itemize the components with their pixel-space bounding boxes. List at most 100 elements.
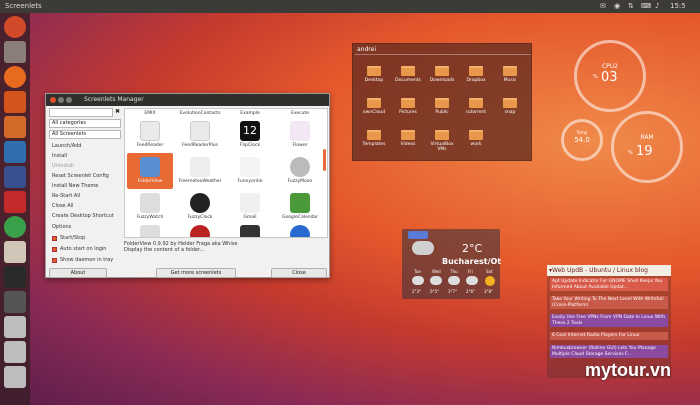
screenlet-flower[interactable]: Flower (275, 121, 325, 148)
network-icon[interactable]: ⇅ (628, 2, 634, 10)
weather-logo (408, 231, 428, 239)
virtualbox-icon[interactable] (4, 141, 26, 163)
feed-icon (140, 121, 160, 141)
folder-dropbox[interactable]: Dropbox (463, 66, 489, 83)
trash-icon[interactable] (4, 366, 26, 388)
folder-owncloud[interactable]: ownCloud (361, 98, 387, 115)
rss-item[interactable]: 6 Cool Internet Radio Players For Linux (550, 332, 668, 340)
drive2-icon[interactable] (4, 341, 26, 363)
screenlet-icon (190, 225, 210, 237)
temp-value: 54.0 (574, 136, 590, 144)
screenlets-icon[interactable] (4, 241, 26, 263)
folder-public[interactable]: Public (429, 98, 455, 115)
maximize-window-button[interactable] (66, 97, 72, 103)
app-green-icon[interactable] (4, 216, 26, 238)
folder-templates[interactable]: Templates (361, 130, 387, 147)
screenlet-funnyordie[interactable]: Funnyordie (225, 157, 275, 184)
options-label: Options (52, 224, 72, 230)
screenlets-select[interactable]: All Screenlets (49, 130, 121, 139)
minimize-window-button[interactable] (58, 97, 64, 103)
start-stop-checkbox[interactable] (52, 236, 57, 241)
firefox-icon[interactable] (4, 66, 26, 88)
launch-add-action[interactable]: Launch/Add (52, 143, 81, 149)
screenlet-feedreader[interactable]: FeedReader (125, 121, 175, 148)
screenlet-fuzzyclock[interactable]: FuzzyClock (175, 193, 225, 220)
screenlet-row4-3[interactable] (225, 225, 275, 237)
divider (355, 54, 531, 55)
workspace-icon[interactable] (4, 291, 26, 313)
folder-virtualbox[interactable]: VirtualBox VMs (429, 130, 455, 152)
folder-videos[interactable]: Videos (395, 130, 421, 147)
folder-pictures[interactable]: Pictures (395, 98, 421, 115)
categories-select[interactable]: All categories (49, 119, 121, 128)
close-button[interactable]: Close (271, 268, 327, 278)
tray-checkbox[interactable] (52, 258, 57, 263)
folder-snap[interactable]: snap (497, 98, 523, 115)
window-title: Screenlets Manager (84, 96, 144, 103)
software-icon[interactable] (4, 91, 26, 113)
screenlet-row4-2[interactable] (175, 225, 225, 237)
gmail-icon (240, 193, 260, 213)
ram-gauge: RAM % 19 (611, 111, 683, 183)
autostart-checkbox[interactable] (52, 247, 57, 252)
folder-icon (401, 66, 415, 76)
app-star-icon[interactable] (4, 191, 26, 213)
screenlet-row4-1[interactable] (125, 225, 175, 237)
dash-icon[interactable] (4, 16, 26, 38)
folder-music[interactable]: Music (497, 66, 523, 83)
funnyordie-icon (240, 157, 260, 177)
tray-app-icon[interactable]: ◉ (614, 2, 620, 10)
folder-downloads[interactable]: Downloads (429, 66, 455, 83)
description: FolderView 0.9.92 by Helder Fraga aka Wh… (124, 241, 324, 253)
reset-config-action[interactable]: Reset Screenlet Config (52, 173, 109, 179)
cpu-unit: % (593, 74, 598, 80)
screenlet-feedreaderplus[interactable]: FeedReaderPlus (175, 121, 225, 148)
rss-item[interactable]: Apt Update Indicator For GNOME Shell Kee… (550, 278, 668, 291)
about-button[interactable]: About (49, 268, 107, 278)
screenlet-folderview[interactable]: FolderView (125, 157, 175, 184)
folder-icon (435, 66, 449, 76)
uninstall-action[interactable]: Uninstall (52, 163, 74, 169)
email-icon[interactable]: ✉ (600, 2, 606, 10)
rss-item[interactable]: Easily Use Free VPNs From VPN Gate In Li… (550, 314, 668, 327)
drive-icon[interactable] (4, 316, 26, 338)
screenlet-gmail[interactable]: Gmail (225, 193, 275, 220)
search-input[interactable] (49, 108, 113, 117)
rss-item[interactable]: Take Your Writing To The Next Level With… (550, 296, 668, 309)
folder-icon (367, 98, 381, 108)
files-icon[interactable] (4, 41, 26, 63)
close-window-button[interactable] (50, 97, 56, 103)
rss-item[interactable]: Nimbusbrowser (Rolline GUI) Lets You Man… (550, 345, 668, 358)
keyboard-icon[interactable]: ⌨ (641, 2, 651, 10)
day-temps: 3°7° (448, 289, 458, 294)
folder-icon (367, 66, 381, 76)
screenlet-freemeteo[interactable]: FreemeteoWeather (175, 157, 225, 184)
folder-work[interactable]: work (463, 130, 489, 147)
start-stop-label: Start/Stop (60, 235, 86, 241)
screenlet-row4-4[interactable] (275, 225, 325, 237)
screenlet-flipclock[interactable]: 12 FlipClock (225, 121, 275, 148)
folder-documents[interactable]: Documents (395, 66, 421, 83)
get-more-button[interactable]: Get more screenlets (156, 268, 236, 278)
restart-all-action[interactable]: Re-Start All (52, 193, 80, 199)
terminal-app-icon[interactable] (4, 116, 26, 138)
scrollbar-thumb[interactable] (323, 149, 326, 171)
screenlet-googlecalendar[interactable]: GoogleCalendar (275, 193, 325, 220)
terminal-icon[interactable] (4, 266, 26, 288)
screenlet-fuzzywatch[interactable]: FuzzyWatch (125, 193, 175, 220)
screenlet-fuzzymoon[interactable]: FuzzyMoon (275, 157, 325, 184)
volume-icon[interactable]: ♪ (655, 2, 659, 10)
install-action[interactable]: Install (52, 153, 67, 159)
cloud-icon (466, 276, 478, 285)
close-all-action[interactable]: Close All (52, 203, 73, 209)
desktop-shortcut-action[interactable]: Create Desktop Shortcut (52, 213, 114, 219)
clock[interactable]: 15:5 (670, 2, 686, 10)
app-y-icon[interactable] (4, 166, 26, 188)
install-theme-action[interactable]: Install New Theme (52, 183, 98, 189)
folder-rutorrent[interactable]: rutorrent (463, 98, 489, 115)
left-pane: ✖ All categories All Screenlets Launch/A… (49, 108, 121, 266)
launcher (0, 13, 30, 405)
clear-search-icon[interactable]: ✖ (115, 108, 120, 115)
folder-desktop[interactable]: Desktop (361, 66, 387, 83)
rss-title[interactable]: ▾Web UpdB - Ubuntu / Linux blog (547, 265, 671, 276)
